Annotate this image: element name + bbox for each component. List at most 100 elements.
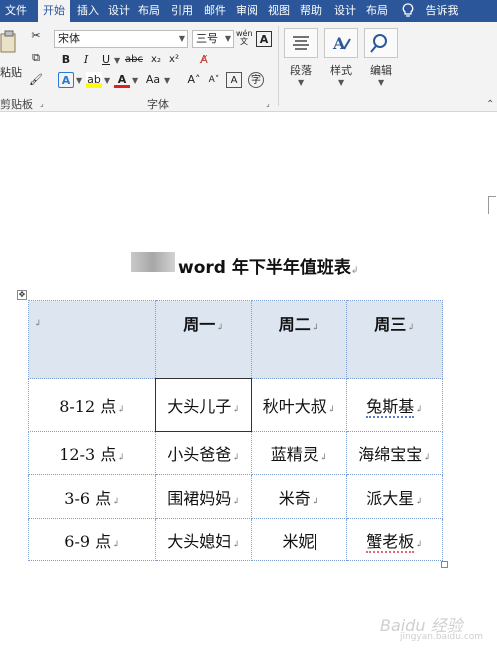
change-case-icon[interactable]: Aa [142, 72, 164, 88]
duty-table: ↲ 周一↲ 周二↲ 周三↲ 8-12 点↲ 大头儿子↲ 秋叶大叔↲ 兔斯基↲ 1… [28, 300, 443, 561]
paragraph-button[interactable] [284, 28, 318, 58]
tab-design[interactable]: 设计 [104, 0, 134, 22]
paragraph-label: 段落 [290, 64, 312, 77]
strikethrough-icon[interactable]: abc [124, 52, 144, 68]
document-title-text: word 年下半年值班表 [178, 258, 351, 278]
highlight-icon[interactable]: ab [86, 72, 102, 88]
chevron-down-icon[interactable]: ▼ [164, 76, 170, 85]
text-cursor [314, 534, 316, 550]
styles-icon: A [332, 34, 351, 53]
search-icon [370, 34, 387, 53]
paste-icon[interactable] [0, 30, 18, 54]
tab-mailings[interactable]: 邮件 [200, 0, 230, 22]
table-cell[interactable]: 小头爸爸↲ [155, 431, 252, 475]
paste-button-label[interactable]: 粘贴 [0, 64, 22, 80]
clipboard-group-label: 剪贴板 [0, 98, 33, 111]
tab-file[interactable]: 文件 [0, 0, 32, 22]
table-cell[interactable]: 大头媳妇↲ [155, 518, 252, 561]
copy-icon[interactable]: ⧉ [28, 50, 44, 66]
tab-view[interactable]: 视图 [264, 0, 294, 22]
table-cell[interactable]: 蓝精灵↲ [251, 431, 347, 475]
chevron-down-icon: ▼ [224, 34, 231, 43]
ruler-marker [488, 196, 496, 214]
table-cell-time[interactable]: 12-3 点↲ [28, 431, 156, 475]
table-header-cell[interactable]: 周二↲ [251, 300, 347, 379]
paragraph-icon [293, 36, 309, 50]
tab-references[interactable]: 引用 [166, 0, 198, 22]
table-header-cell[interactable]: ↲ [28, 300, 156, 379]
table-cell-time[interactable]: 6-9 点↲ [28, 518, 156, 561]
table-header-row: ↲ 周一↲ 周二↲ 周三↲ [28, 300, 443, 379]
subscript-icon[interactable]: x₂ [148, 52, 164, 68]
table-header-cell[interactable]: 周三↲ [346, 300, 443, 379]
table-row: 8-12 点↲ 大头儿子↲ 秋叶大叔↲ 兔斯基↲ [28, 378, 443, 432]
watermark-url: jingyan.baidu.com [400, 632, 484, 642]
tab-review[interactable]: 审阅 [232, 0, 262, 22]
table-row: 12-3 点↲ 小头爸爸↲ 蓝精灵↲ 海绵宝宝↲ [28, 431, 443, 475]
table-move-handle[interactable]: ✥ [17, 290, 27, 300]
cut-icon[interactable]: ✂ [28, 28, 44, 44]
ribbon-tab-bar: 文件 开始 插入 设计 布局 引用 邮件 审阅 视图 帮助 设计 布局 告诉我 [0, 0, 497, 22]
shrink-font-icon[interactable]: A˅ [206, 72, 222, 88]
group-separator [278, 26, 279, 106]
phonetic-guide-icon[interactable]: wén 文 [236, 30, 253, 46]
character-shading-icon[interactable]: A [226, 72, 242, 88]
underline-icon[interactable]: U [98, 52, 114, 68]
chevron-down-icon: ▼ [178, 34, 185, 43]
table-cell[interactable]: 米奇↲ [251, 474, 347, 519]
grow-font-icon[interactable]: A˄ [186, 72, 202, 88]
tab-table-design[interactable]: 设计 [330, 0, 360, 22]
collapse-ribbon-icon[interactable]: ⌃ [486, 99, 494, 110]
chevron-down-icon[interactable]: ▼ [114, 56, 120, 65]
editing-label: 编辑 [370, 64, 392, 77]
table-cell[interactable]: 围裙妈妈↲ [155, 474, 252, 519]
character-border-icon[interactable]: A [256, 31, 272, 47]
tab-table-layout[interactable]: 布局 [362, 0, 392, 22]
clipboard-launcher-icon[interactable]: ⌟ [40, 99, 44, 108]
table-cell[interactable]: 兔斯基↲ [346, 378, 443, 432]
superscript-icon[interactable]: x² [166, 52, 182, 68]
styles-label: 样式 [330, 64, 352, 77]
enclose-characters-icon[interactable]: 字 [248, 72, 264, 88]
table-cell[interactable]: 派大星↲ [346, 474, 443, 519]
chevron-down-icon[interactable]: ▼ [104, 76, 110, 85]
chevron-down-icon[interactable]: ▼ [378, 78, 384, 87]
text-effects-icon[interactable]: A [58, 72, 74, 88]
tell-me-box[interactable]: 告诉我 [420, 0, 464, 22]
table-header-cell[interactable]: 周一↲ [155, 300, 252, 379]
table-row: 6-9 点↲ 大头媳妇↲ 米妮 蟹老板↲ [28, 518, 443, 561]
font-color-icon[interactable]: A [114, 72, 130, 88]
chevron-down-icon[interactable]: ▼ [132, 76, 138, 85]
table-cell[interactable]: 海绵宝宝↲ [346, 431, 443, 475]
table-cell[interactable]: 大头儿子↲ [155, 378, 252, 432]
editing-button[interactable] [364, 28, 398, 58]
styles-button[interactable]: A [324, 28, 358, 58]
font-size-select[interactable]: 三号 ▼ [192, 30, 234, 48]
lightbulb-icon [402, 3, 414, 17]
bold-icon[interactable]: B [58, 52, 74, 68]
font-name-select[interactable]: 宋体 ▼ [54, 30, 188, 48]
tab-home[interactable]: 开始 [38, 0, 70, 22]
blurred-title-prefix [131, 252, 175, 272]
table-cell[interactable]: 蟹老板↲ [346, 518, 443, 561]
italic-icon[interactable]: I [78, 52, 94, 68]
table-cell[interactable]: 米妮 [251, 518, 347, 561]
clear-formatting-icon[interactable]: A̸ [196, 52, 212, 68]
tab-help[interactable]: 帮助 [296, 0, 326, 22]
tab-insert[interactable]: 插入 [72, 0, 104, 22]
table-resize-handle[interactable] [441, 561, 448, 568]
table-cell[interactable]: 秋叶大叔↲ [251, 378, 347, 432]
tab-layout[interactable]: 布局 [134, 0, 164, 22]
document-title: word 年下半年值班表↲ [178, 258, 359, 278]
table-cell-time[interactable]: 8-12 点↲ [28, 378, 156, 432]
chevron-down-icon[interactable]: ▼ [338, 78, 344, 87]
font-size-value: 三号 [196, 32, 218, 45]
chevron-down-icon[interactable]: ▼ [298, 78, 304, 87]
font-name-value: 宋体 [58, 32, 80, 45]
table-cell-time[interactable]: 3-6 点↲ [28, 474, 156, 519]
chevron-down-icon[interactable]: ▼ [76, 76, 82, 85]
format-painter-icon[interactable]: 🖌 [28, 72, 44, 88]
table-row: 3-6 点↲ 围裙妈妈↲ 米奇↲ 派大星↲ [28, 474, 443, 519]
font-launcher-icon[interactable]: ⌟ [266, 99, 270, 108]
ribbon-home: 粘贴 ✂ ⧉ 🖌 剪贴板 ⌟ 宋体 ▼ 三号 ▼ wén 文 A B I U ▼ … [0, 22, 497, 112]
